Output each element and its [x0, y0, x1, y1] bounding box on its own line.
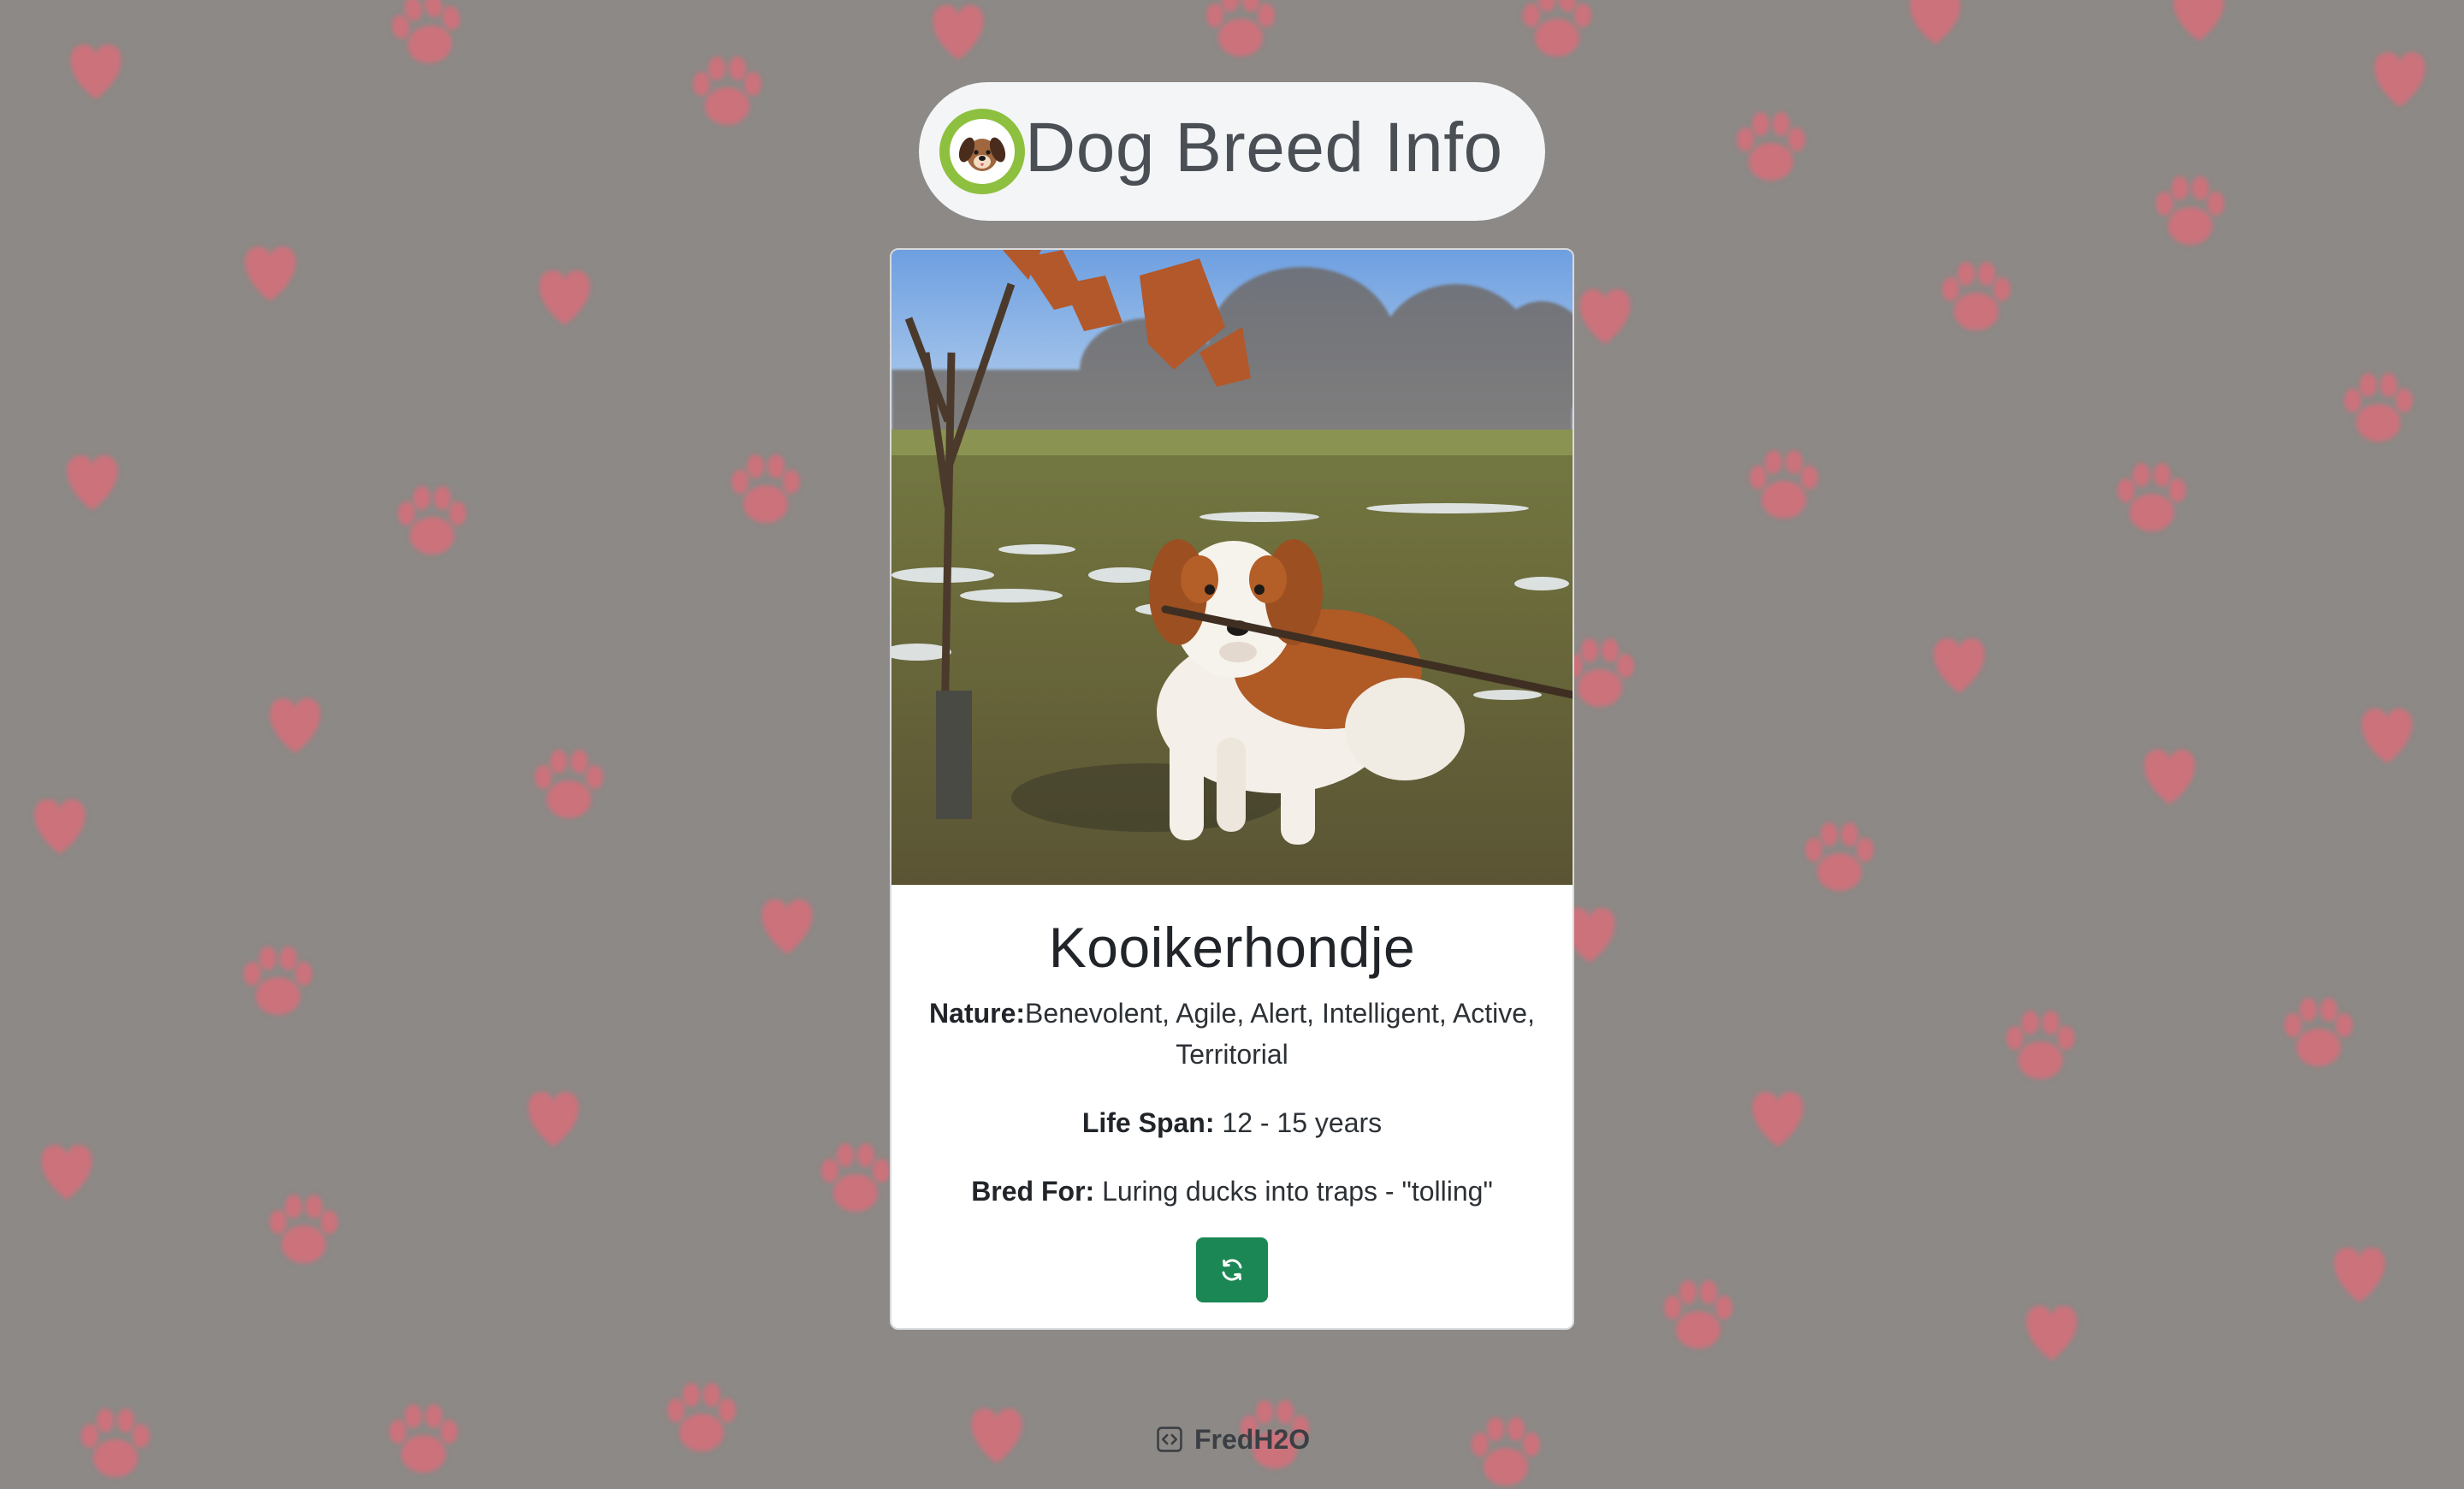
heart-icon: [270, 698, 321, 753]
paw-icon: [1750, 450, 1818, 519]
paw-icon: [2344, 373, 2413, 442]
page-title: Dog Breed Info: [1025, 109, 1503, 187]
breed-name: Kooikerhondje: [1048, 916, 1416, 979]
heart-icon: [971, 1409, 1022, 1463]
heart-icon: [2026, 1306, 2077, 1361]
heart-icon: [34, 799, 86, 854]
heart-icon: [2334, 1248, 2385, 1302]
breed-lifespan: Life Span: 12 - 15 years: [917, 1102, 1547, 1143]
nature-label: Nature:: [929, 998, 1026, 1029]
paw-icon: [1523, 0, 1591, 56]
lifespan-label: Life Span:: [1081, 1107, 1215, 1138]
paw-icon: [821, 1143, 890, 1212]
bredfor-label: Bred For:: [971, 1176, 1095, 1207]
paw-icon: [244, 946, 312, 1015]
paw-icon: [693, 56, 761, 125]
code-icon: [1157, 1427, 1182, 1452]
heart-icon: [2374, 52, 2426, 107]
heart-icon: [2144, 750, 2195, 804]
heart-icon: [67, 455, 118, 510]
breed-photo: [891, 250, 1573, 885]
paw-icon: [389, 1404, 458, 1473]
heart-icon: [2361, 709, 2413, 763]
heart-icon: [528, 1092, 579, 1147]
paw-icon: [2118, 463, 2186, 531]
heart-icon: [41, 1145, 92, 1200]
heart-icon: [933, 5, 984, 60]
heart-icon: [1579, 289, 1631, 344]
refresh-icon: [1222, 1259, 1242, 1281]
heart-icon: [761, 899, 813, 954]
heart-icon: [539, 270, 590, 325]
paw-icon: [1942, 262, 2011, 330]
paw-icon: [1206, 0, 1275, 56]
heart-icon: [1752, 1092, 1804, 1147]
paw-icon: [270, 1195, 338, 1263]
breed-card: Kooikerhondje Nature:Benevolent, Agile, …: [890, 248, 1574, 1330]
paw-icon: [667, 1383, 736, 1451]
paw-icon: [2006, 1011, 2075, 1079]
paw-icon: [535, 750, 603, 818]
dog-face-icon: [939, 109, 1025, 194]
heart-icon: [1934, 638, 1985, 693]
footer-author[interactable]: FredH2O: [1194, 1424, 1310, 1456]
breed-nature: Nature:Benevolent, Agile, Alert, Intelli…: [917, 993, 1547, 1075]
paw-icon: [1472, 1417, 1540, 1486]
heart-icon: [245, 246, 296, 301]
paw-icon: [387, 0, 467, 69]
paw-icon: [398, 486, 466, 555]
paw-icon: [81, 1409, 150, 1477]
breed-bred-for: Bred For: Luring ducks into traps - "tol…: [917, 1171, 1547, 1212]
paw-icon: [1566, 638, 1634, 707]
footer-credit[interactable]: FredH2O: [1155, 1421, 1310, 1458]
heart-icon: [70, 44, 121, 99]
paw-icon: [2156, 176, 2224, 245]
lifespan-value: 12 - 15 years: [1222, 1107, 1383, 1138]
heart-icon: [2173, 0, 2224, 41]
paw-icon: [732, 454, 800, 523]
refresh-button[interactable]: [1196, 1237, 1268, 1302]
paw-icon: [2284, 998, 2353, 1066]
bredfor-value: Luring ducks into traps - "tolling": [1102, 1176, 1493, 1207]
paw-icon: [1805, 822, 1874, 891]
heart-icon: [1910, 0, 1961, 44]
paw-icon: [1737, 112, 1805, 181]
app-header: Dog Breed Info: [919, 82, 1545, 221]
nature-value: Benevolent, Agile, Alert, Intelligent, A…: [1025, 998, 1535, 1070]
paw-icon: [1664, 1280, 1732, 1349]
